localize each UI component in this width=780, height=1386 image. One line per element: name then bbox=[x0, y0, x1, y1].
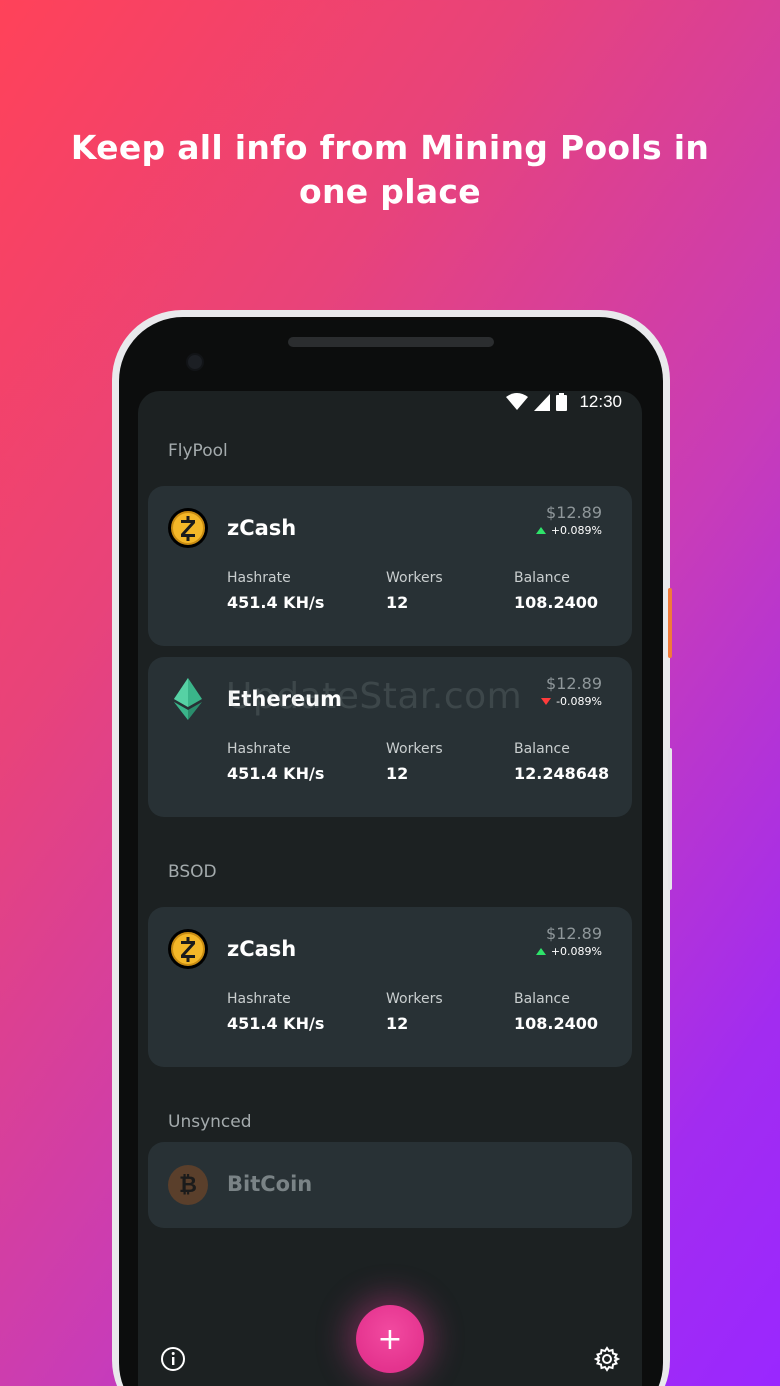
section-title-flypool: FlyPool bbox=[168, 441, 228, 461]
hashrate-label: Hashrate bbox=[227, 991, 291, 1007]
phone-camera bbox=[186, 353, 204, 371]
coin-name: zCash bbox=[227, 516, 297, 540]
workers-label: Workers bbox=[386, 991, 443, 1007]
pool-card-flypool-zcash[interactable]: zCash $12.89 +0.089% Hashrate 451.4 KH/s… bbox=[148, 486, 632, 646]
gear-icon[interactable] bbox=[594, 1346, 620, 1372]
balance-label: Balance bbox=[514, 741, 570, 757]
status-bar: 12:30 bbox=[506, 391, 622, 413]
pool-card-bsod-zcash[interactable]: zCash $12.89 +0.089% Hashrate 451.4 KH/s… bbox=[148, 907, 632, 1067]
phone-volume-button bbox=[668, 748, 672, 890]
hashrate-value: 451.4 KH/s bbox=[227, 1014, 325, 1033]
phone-power-button bbox=[668, 588, 672, 658]
workers-value: 12 bbox=[386, 1014, 409, 1033]
phone-speaker bbox=[288, 337, 494, 347]
zcash-icon bbox=[168, 508, 208, 548]
workers-value: 12 bbox=[386, 764, 409, 783]
hashrate-value: 451.4 KH/s bbox=[227, 764, 325, 783]
section-title-bsod: BSOD bbox=[168, 862, 217, 882]
coin-name: BitCoin bbox=[227, 1172, 313, 1196]
headline: Keep all info from Mining Pools in one p… bbox=[70, 128, 710, 211]
coin-price: $12.89 bbox=[546, 503, 602, 522]
trend-down-icon bbox=[541, 698, 552, 705]
balance-value: 12.248648 bbox=[514, 764, 610, 783]
wifi-icon bbox=[506, 393, 529, 410]
coin-name: zCash bbox=[227, 937, 297, 961]
price-change-value: -0.089% bbox=[556, 695, 602, 708]
price-change: -0.089% bbox=[541, 695, 602, 708]
coin-price: $12.89 bbox=[546, 674, 602, 693]
trend-up-icon bbox=[535, 527, 546, 534]
signal-icon bbox=[534, 393, 551, 411]
app-screen: 12:30 FlyPool zCash $12.89 +0.089% Hashr… bbox=[138, 391, 642, 1386]
hashrate-value: 451.4 KH/s bbox=[227, 593, 325, 612]
pool-card-unsynced-bitcoin[interactable]: ₿ BitCoin bbox=[148, 1142, 632, 1228]
workers-value: 12 bbox=[386, 593, 409, 612]
add-pool-button[interactable]: + bbox=[356, 1305, 424, 1373]
workers-label: Workers bbox=[386, 741, 443, 757]
balance-label: Balance bbox=[514, 991, 570, 1007]
balance-value: 108.2400 bbox=[514, 1014, 599, 1033]
price-change-value: +0.089% bbox=[550, 524, 602, 537]
bitcoin-icon: ₿ bbox=[168, 1165, 208, 1205]
ethereum-icon bbox=[168, 678, 208, 720]
coin-price: $12.89 bbox=[546, 924, 602, 943]
status-time: 12:30 bbox=[579, 392, 622, 411]
trend-up-icon bbox=[535, 948, 546, 955]
battery-icon bbox=[556, 393, 568, 411]
plus-icon: + bbox=[377, 1321, 403, 1357]
workers-label: Workers bbox=[386, 570, 443, 586]
info-icon[interactable] bbox=[160, 1346, 186, 1372]
price-change: +0.089% bbox=[535, 945, 602, 958]
balance-label: Balance bbox=[514, 570, 570, 586]
zcash-icon bbox=[168, 929, 208, 969]
hashrate-label: Hashrate bbox=[227, 570, 291, 586]
hashrate-label: Hashrate bbox=[227, 741, 291, 757]
price-change: +0.089% bbox=[535, 524, 602, 537]
section-title-unsynced: Unsynced bbox=[168, 1112, 252, 1132]
balance-value: 108.2400 bbox=[514, 593, 599, 612]
watermark: UpdateStar.com bbox=[226, 676, 523, 717]
price-change-value: +0.089% bbox=[550, 945, 602, 958]
